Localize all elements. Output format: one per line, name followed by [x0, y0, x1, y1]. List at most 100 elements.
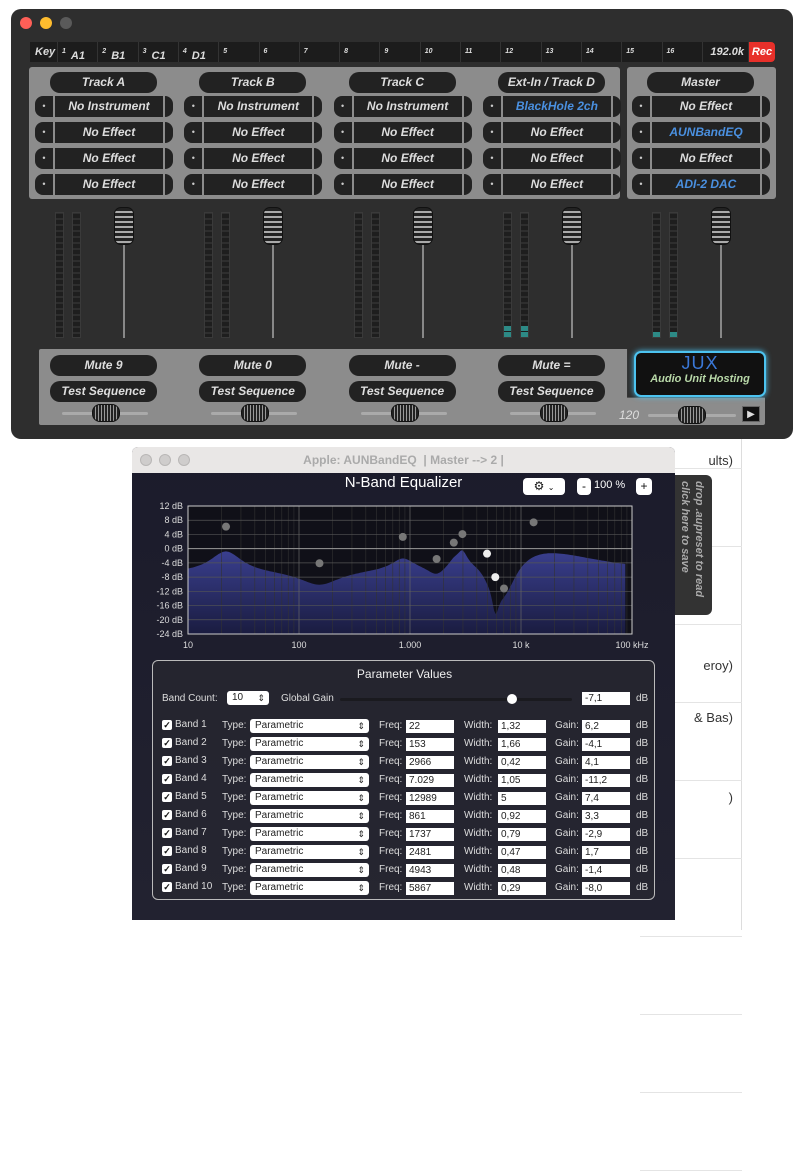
band-handle-4[interactable] [500, 584, 509, 593]
slot-menu-dot[interactable]: • [184, 96, 203, 117]
slot-menu-dot[interactable]: • [632, 96, 650, 117]
tempo-slider-knob[interactable] [678, 406, 706, 424]
slot-plugin-name[interactable]: No Effect [502, 174, 611, 195]
band-type-select[interactable]: Parametric ⇕ [250, 809, 369, 823]
band-width-field[interactable]: 1,32 [498, 720, 546, 733]
plugin-slot[interactable]: • AUNBandEQ [632, 122, 770, 143]
band-width-field[interactable]: 1,66 [498, 738, 546, 751]
mute-button[interactable]: Mute - [348, 355, 456, 376]
band-freq-field[interactable]: 2481 [406, 846, 454, 859]
band-type-select[interactable]: Parametric ⇕ [250, 719, 369, 733]
key-cell-1[interactable]: 1 A1 [57, 42, 97, 62]
slot-plugin-name[interactable]: No Instrument [55, 96, 163, 117]
band-gain-field[interactable]: -11,2 [582, 774, 630, 787]
slot-menu-dot[interactable]: • [632, 122, 650, 143]
band-gain-field[interactable]: -2,9 [582, 828, 630, 841]
slot-menu-dot[interactable]: • [482, 148, 501, 169]
rec-button[interactable]: Rec [748, 42, 775, 62]
band-type-select[interactable]: Parametric ⇕ [250, 755, 369, 769]
band-gain-field[interactable]: 7,4 [582, 792, 630, 805]
band-gain-field[interactable]: 6,2 [582, 720, 630, 733]
band-enable-checkbox[interactable]: ✓ [162, 720, 172, 730]
key-cell-16[interactable]: 16 [661, 42, 702, 62]
zoom-out-button[interactable]: - [577, 478, 591, 495]
volume-fader-knob[interactable] [412, 207, 433, 245]
band-width-field[interactable]: 0,92 [498, 810, 546, 823]
slot-menu-dot[interactable]: • [632, 174, 650, 195]
band-enable-checkbox[interactable]: ✓ [162, 774, 172, 784]
close-button[interactable] [20, 17, 32, 29]
pan-slider-knob[interactable] [92, 404, 120, 422]
volume-fader-knob[interactable] [114, 207, 134, 245]
key-cell-11[interactable]: 11 [460, 42, 500, 62]
global-gain-knob[interactable] [506, 694, 517, 704]
plugin-slot[interactable]: • No Effect [482, 174, 621, 195]
slot-plugin-name[interactable]: No Effect [652, 96, 760, 117]
mute-button[interactable]: Mute 9 [50, 355, 157, 376]
test-sequence-button[interactable]: Test Sequence [199, 381, 307, 402]
play-button[interactable]: ▶ [742, 406, 760, 422]
pan-slider-knob[interactable] [539, 404, 568, 422]
slot-plugin-name[interactable]: AUNBandEQ [652, 122, 760, 143]
slot-menu-dot[interactable]: • [333, 122, 352, 143]
band-type-select[interactable]: Parametric ⇕ [250, 791, 369, 805]
key-cell-5[interactable]: 5 [218, 42, 259, 62]
key-cell-2[interactable]: 2 B1 [97, 42, 138, 62]
slot-menu-dot[interactable]: • [482, 122, 501, 143]
slot-menu-dot[interactable]: • [333, 96, 352, 117]
band-freq-field[interactable]: 1737 [406, 828, 454, 841]
slot-plugin-name[interactable]: No Effect [204, 122, 313, 143]
key-cell-13[interactable]: 13 [540, 42, 581, 62]
band-width-field[interactable]: 0,42 [498, 756, 546, 769]
mute-button[interactable]: Mute = [497, 355, 605, 376]
plugin-slot[interactable]: • No Effect [184, 122, 323, 143]
plugin-slot[interactable]: • No Effect [632, 96, 770, 117]
plugin-slot[interactable]: • No Effect [35, 122, 173, 143]
slot-menu-dot[interactable]: • [482, 96, 501, 117]
band-handle-8[interactable] [449, 538, 458, 547]
band-count-select[interactable]: 10 ⇕ [227, 691, 269, 705]
slot-menu-dot[interactable]: • [482, 174, 501, 195]
band-type-select[interactable]: Parametric ⇕ [250, 881, 369, 895]
key-cell-15[interactable]: 15 [621, 42, 662, 62]
slot-menu-dot[interactable]: • [35, 174, 53, 195]
slot-menu-dot[interactable]: • [632, 148, 650, 169]
pan-slider-knob[interactable] [241, 404, 270, 422]
band-freq-field[interactable]: 153 [406, 738, 454, 751]
band-gain-field[interactable]: -8,0 [582, 882, 630, 895]
plugin-slot[interactable]: • No Effect [184, 148, 323, 169]
mute-button[interactable]: Mute 0 [199, 355, 307, 376]
band-handle-5[interactable] [529, 518, 538, 527]
band-handle-2[interactable] [315, 559, 324, 568]
plugin-slot[interactable]: • No Effect [184, 174, 323, 195]
zoom-button[interactable] [60, 17, 72, 29]
band-enable-checkbox[interactable]: ✓ [162, 810, 172, 820]
band-enable-checkbox[interactable]: ✓ [162, 846, 172, 856]
key-cell-6[interactable]: 6 [258, 42, 299, 62]
band-gain-field[interactable]: 1,7 [582, 846, 630, 859]
settings-button[interactable]: ⚙ ⌄ [523, 478, 565, 495]
test-sequence-button[interactable]: Test Sequence [497, 381, 605, 402]
plugin-slot[interactable]: • ADI-2 DAC [632, 174, 770, 195]
band-handle-3[interactable] [458, 530, 467, 539]
band-freq-field[interactable]: 22 [406, 720, 454, 733]
band-freq-field[interactable]: 861 [406, 810, 454, 823]
band-freq-field[interactable]: 4943 [406, 864, 454, 877]
global-gain-slider[interactable] [340, 698, 572, 701]
band-handle-1[interactable] [222, 522, 231, 531]
band-handle-7[interactable] [432, 554, 441, 563]
volume-fader-knob[interactable] [711, 207, 731, 245]
test-sequence-button[interactable]: Test Sequence [50, 381, 157, 402]
band-freq-field[interactable]: 5867 [406, 882, 454, 895]
global-gain-field[interactable]: -7,1 [582, 692, 630, 705]
key-cell-14[interactable]: 14 [580, 42, 621, 62]
slot-plugin-name[interactable]: No Effect [652, 148, 760, 169]
slot-plugin-name[interactable]: No Effect [353, 174, 462, 195]
plugin-slot[interactable]: • No Instrument [35, 96, 173, 117]
band-freq-field[interactable]: 2966 [406, 756, 454, 769]
band-type-select[interactable]: Parametric ⇕ [250, 845, 369, 859]
slot-menu-dot[interactable]: • [333, 174, 352, 195]
slot-plugin-name[interactable]: No Effect [204, 148, 313, 169]
band-enable-checkbox[interactable]: ✓ [162, 828, 172, 838]
band-gain-field[interactable]: -1,4 [582, 864, 630, 877]
